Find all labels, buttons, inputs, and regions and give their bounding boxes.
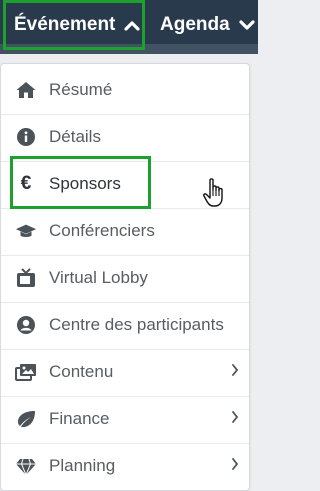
evenement-dropdown-menu: Résumé Détails € Sponsors Conférenciers … bbox=[0, 63, 250, 491]
menu-item-label: Planning bbox=[49, 456, 116, 475]
tab-evenement-label: Événement bbox=[14, 14, 116, 35]
home-icon bbox=[15, 79, 37, 101]
menu-item-label: Centre des participants bbox=[49, 315, 224, 334]
menu-item-label: Résumé bbox=[49, 80, 113, 99]
tab-evenement[interactable]: Événement bbox=[3, 0, 145, 50]
euro-icon: € bbox=[20, 173, 32, 194]
menu-item-label: Virtual Lobby bbox=[49, 268, 148, 287]
menu-item-label: Contenu bbox=[49, 362, 114, 381]
chevron-up-icon bbox=[124, 20, 140, 31]
menu-item-virtual-lobby[interactable]: Virtual Lobby bbox=[1, 255, 249, 302]
images-icon bbox=[15, 361, 37, 383]
menu-item-contenu[interactable]: Contenu bbox=[1, 349, 249, 396]
top-navigation-bar: Événement Agenda bbox=[0, 0, 258, 54]
leaf-icon bbox=[15, 408, 37, 430]
chevron-down-icon bbox=[239, 19, 255, 30]
tab-agenda-label: Agenda bbox=[160, 14, 230, 35]
tab-agenda[interactable]: Agenda bbox=[160, 0, 258, 50]
menu-item-finance[interactable]: Finance bbox=[1, 396, 249, 443]
hand-pointer-cursor-icon bbox=[203, 178, 223, 207]
menu-item-details[interactable]: Détails bbox=[1, 114, 249, 161]
chevron-right-icon bbox=[232, 458, 239, 470]
info-circle-icon bbox=[15, 126, 37, 148]
menu-item-label: Sponsors bbox=[49, 174, 121, 193]
menu-item-label: Conférenciers bbox=[49, 221, 155, 240]
graduation-cap-icon bbox=[15, 220, 37, 242]
chevron-right-icon bbox=[232, 411, 239, 423]
menu-item-centre-des-participants[interactable]: Centre des participants bbox=[1, 302, 249, 349]
user-circle-icon bbox=[15, 314, 37, 336]
chevron-right-icon bbox=[232, 364, 239, 376]
menu-item-label: Détails bbox=[49, 127, 101, 146]
menu-item-resume[interactable]: Résumé bbox=[1, 67, 249, 114]
diamond-icon bbox=[15, 455, 37, 477]
tv-icon bbox=[15, 267, 37, 289]
menu-item-planning[interactable]: Planning bbox=[1, 443, 249, 490]
menu-item-label: Finance bbox=[49, 409, 110, 428]
menu-item-conferenciers[interactable]: Conférenciers bbox=[1, 208, 249, 255]
